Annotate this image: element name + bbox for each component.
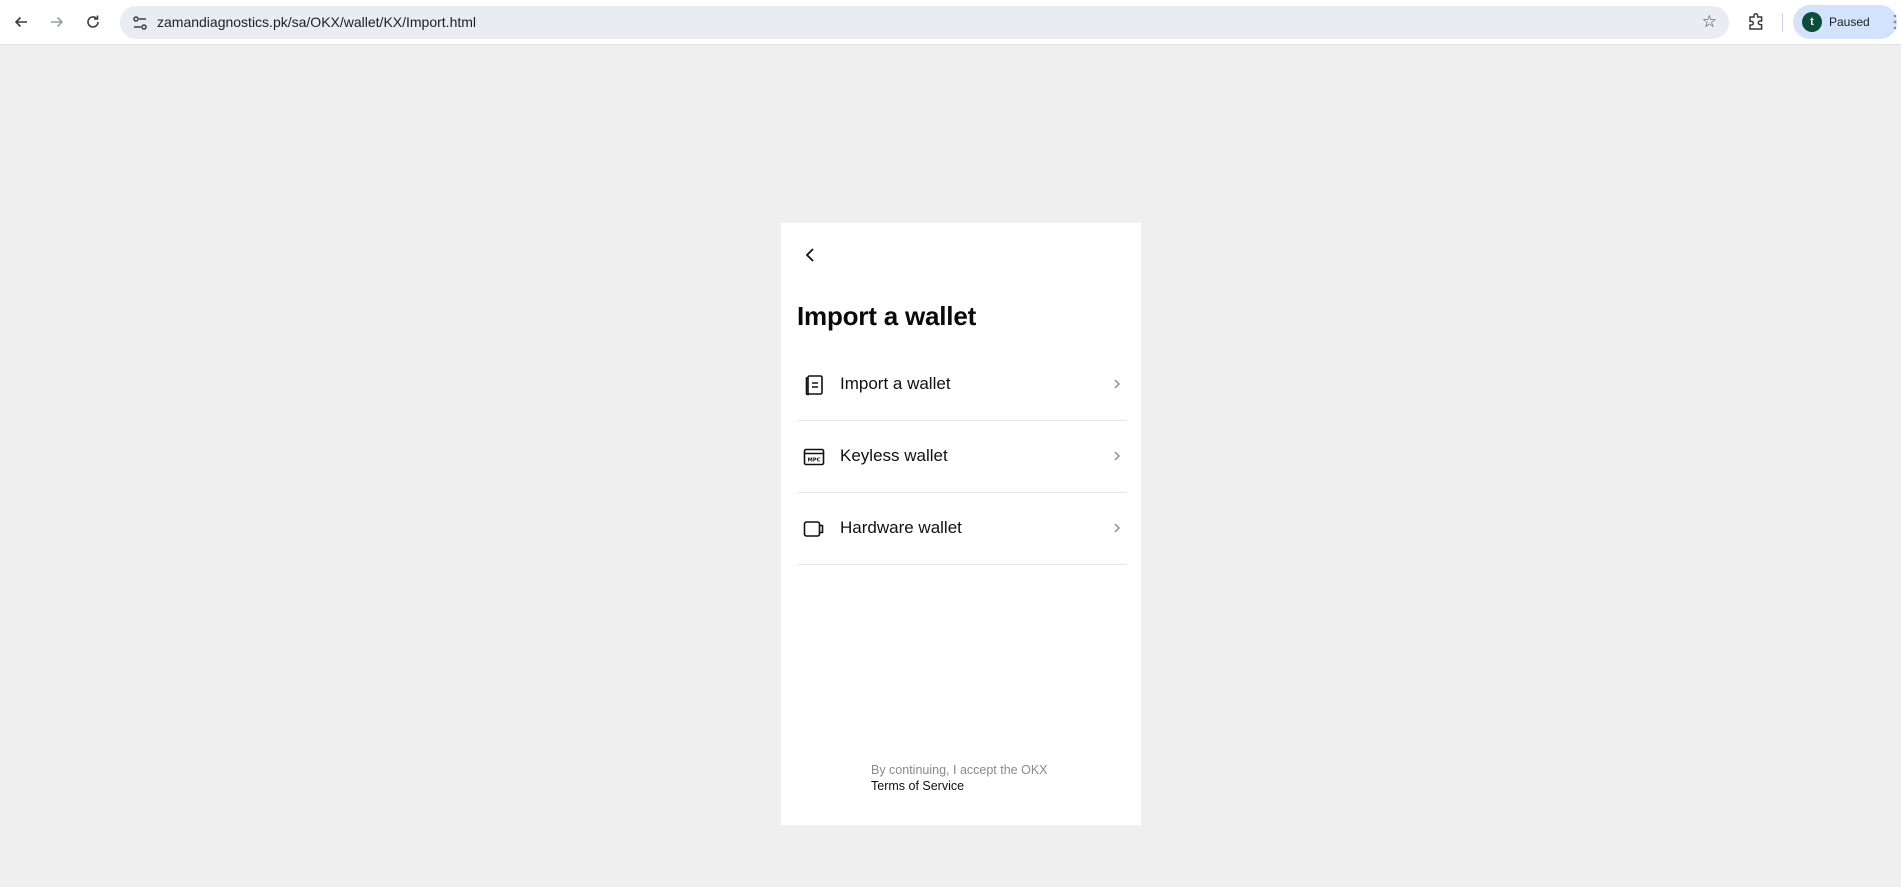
profile-button[interactable]: t Paused xyxy=(1793,5,1897,39)
browser-toolbar: zamandiagnostics.pk/sa/OKX/wallet/KX/Imp… xyxy=(0,0,1901,45)
notebook-icon xyxy=(805,375,823,396)
mpc-card-icon: MPC xyxy=(803,448,825,466)
puzzle-icon[interactable] xyxy=(1745,11,1767,33)
toolbar-divider xyxy=(1782,13,1783,32)
terms-notice: By continuing, I accept the OKX Terms of… xyxy=(871,762,1048,794)
profile-status: Paused xyxy=(1829,15,1870,29)
terms-prefix: By continuing, I accept the OKX xyxy=(871,763,1048,777)
browser-reload-button[interactable] xyxy=(80,9,106,35)
browser-forward-button[interactable] xyxy=(44,9,70,35)
arrow-right-icon xyxy=(51,16,64,28)
wallet-options-list: Import a wallet MPC Keyless wallet Hardw… xyxy=(797,349,1127,565)
arrow-left-icon xyxy=(14,16,27,28)
option-hardware-wallet[interactable]: Hardware wallet xyxy=(797,493,1127,565)
avatar: t xyxy=(1802,12,1822,32)
tune-icon[interactable] xyxy=(130,13,150,33)
star-icon[interactable]: ☆ xyxy=(1702,12,1717,32)
chevron-right-icon xyxy=(1114,379,1120,389)
hardware-device-icon xyxy=(803,521,824,537)
terms-of-service-link[interactable]: Terms of Service xyxy=(871,778,1048,794)
chevron-right-icon xyxy=(1114,451,1120,461)
chevron-left-icon[interactable] xyxy=(799,243,823,267)
option-label: Hardware wallet xyxy=(840,518,962,537)
option-label: Keyless wallet xyxy=(840,446,948,465)
option-keyless-wallet[interactable]: MPC Keyless wallet xyxy=(797,421,1127,493)
option-import-wallet[interactable]: Import a wallet xyxy=(797,349,1127,421)
page-title: Import a wallet xyxy=(797,301,977,331)
reload-icon xyxy=(87,15,99,28)
chevron-right-icon xyxy=(1114,523,1120,533)
import-wallet-card: Import a wallet Import a wallet MPC Keyl… xyxy=(781,223,1141,825)
svg-text:MPC: MPC xyxy=(808,458,821,464)
kebab-menu-icon[interactable] xyxy=(1893,14,1897,30)
option-label: Import a wallet xyxy=(840,374,951,393)
url-text[interactable]: zamandiagnostics.pk/sa/OKX/wallet/KX/Imp… xyxy=(157,14,476,30)
browser-back-button[interactable] xyxy=(8,9,34,35)
address-bar[interactable]: zamandiagnostics.pk/sa/OKX/wallet/KX/Imp… xyxy=(120,6,1729,39)
